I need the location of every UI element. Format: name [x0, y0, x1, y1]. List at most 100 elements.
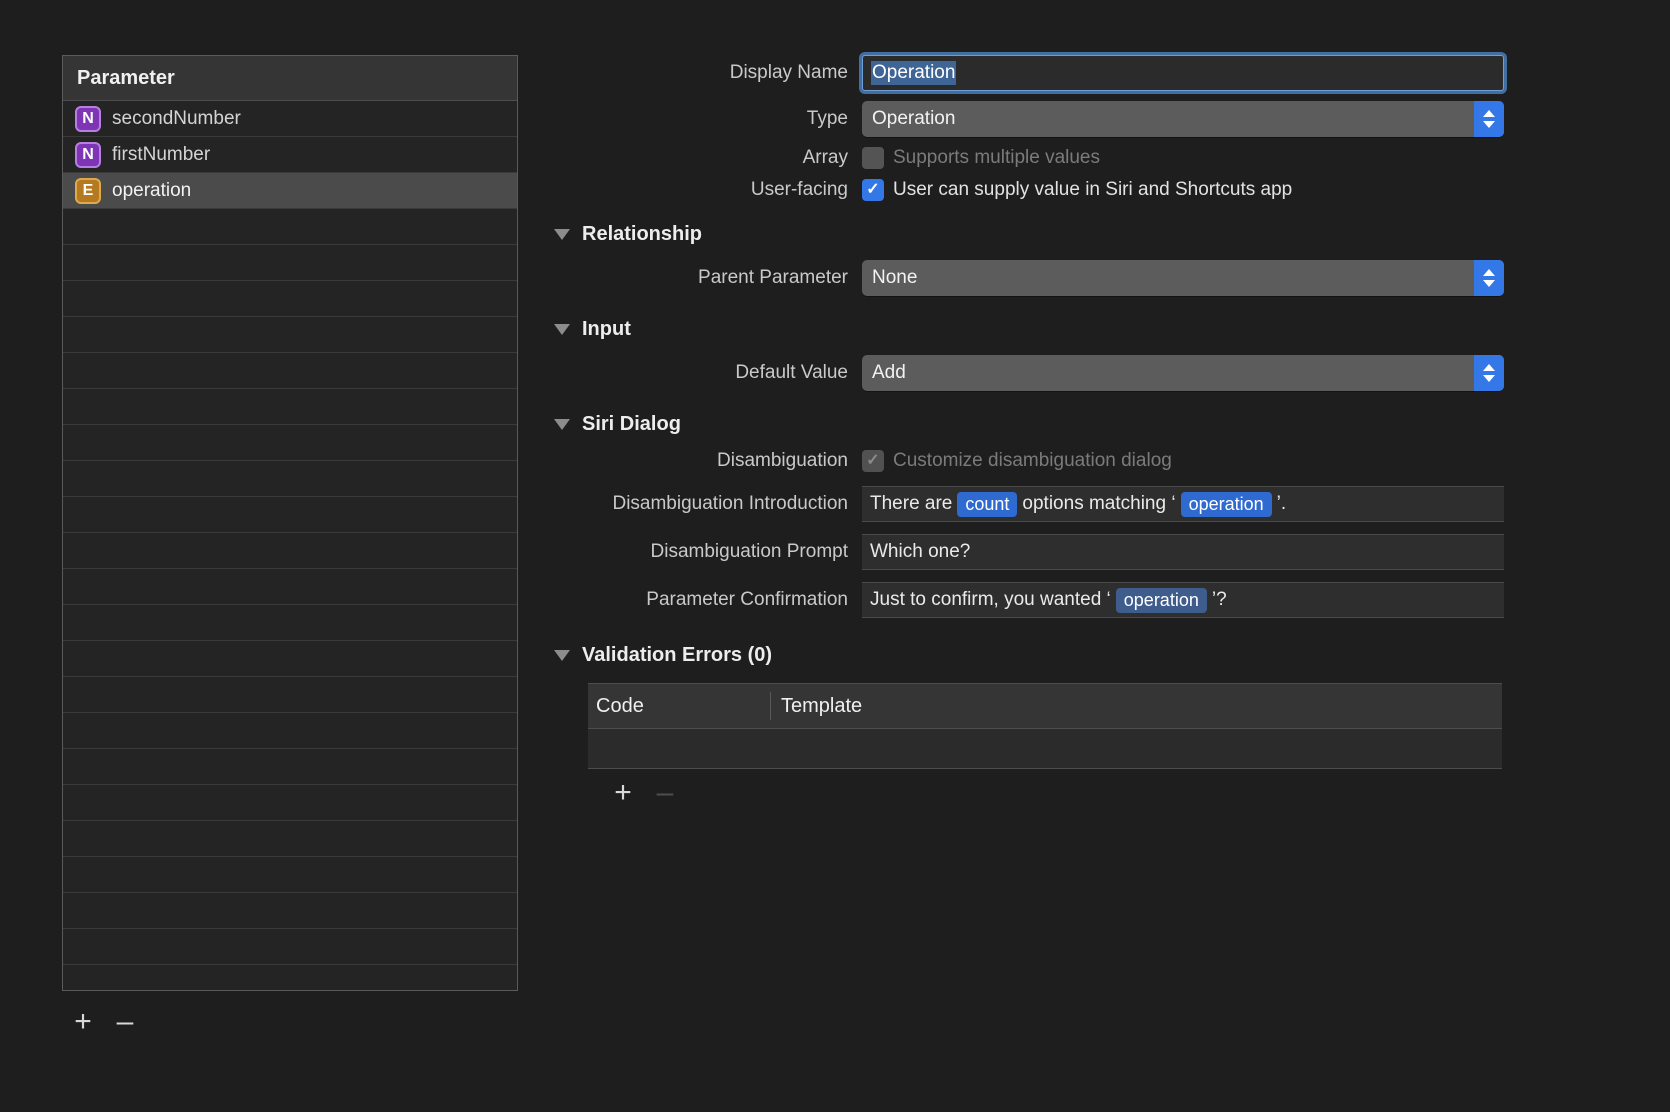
parameter-row-empty[interactable] — [63, 605, 517, 641]
parameter-row-empty[interactable] — [63, 785, 517, 821]
disambiguation-prompt-input[interactable]: Which one? — [862, 534, 1504, 570]
remove-validation-error-button[interactable]: – — [644, 773, 686, 813]
validation-errors-table-body[interactable] — [588, 729, 1502, 769]
number-type-icon: N — [75, 105, 101, 132]
validation-errors-footer: + – — [588, 769, 1502, 817]
validation-errors-table: Code Template + – — [588, 683, 1502, 817]
default-value-value: Add — [872, 362, 906, 383]
remove-parameter-button[interactable]: – — [104, 1002, 146, 1042]
disambiguation-checkbox[interactable]: ✓ — [862, 450, 884, 472]
disclosure-triangle-icon[interactable] — [554, 419, 570, 430]
column-header-template[interactable]: Template — [770, 692, 1502, 720]
disclosure-triangle-icon[interactable] — [554, 650, 570, 661]
parameter-row-empty[interactable] — [63, 677, 517, 713]
parameter-list-rows[interactable]: NsecondNumber NfirstNumber Eoperation — [63, 101, 517, 990]
parameter-row-empty[interactable] — [63, 857, 517, 893]
display-name-value: Operation — [871, 61, 957, 85]
array-checkbox[interactable]: ✓ — [862, 147, 884, 169]
siri-dialog-section-title: Siri Dialog — [582, 413, 681, 435]
parameter-row-empty[interactable] — [63, 389, 517, 425]
disclosure-triangle-icon[interactable] — [554, 229, 570, 240]
user-facing-checkbox-label: User can supply value in Siri and Shortc… — [893, 179, 1293, 200]
parameter-row-empty[interactable] — [63, 461, 517, 497]
add-validation-error-button[interactable]: + — [602, 773, 644, 813]
parameter-row-empty[interactable] — [63, 713, 517, 749]
add-parameter-button[interactable]: + — [62, 1002, 104, 1042]
parameter-row-empty[interactable] — [63, 209, 517, 245]
type-row: Type Operation — [540, 101, 1540, 137]
parameter-confirmation-label: Parameter Confirmation — [646, 589, 848, 610]
parameter-row-empty[interactable] — [63, 533, 517, 569]
number-type-icon: N — [75, 141, 101, 168]
parameter-row-empty[interactable] — [63, 569, 517, 605]
user-facing-label: User-facing — [750, 179, 848, 200]
disambiguation-checkbox-label: Customize disambiguation dialog — [893, 450, 1172, 471]
array-row: Array ✓ Supports multiple values — [540, 147, 1540, 169]
default-value-select[interactable]: Add — [862, 355, 1504, 391]
chevron-updown-icon[interactable] — [1474, 101, 1504, 137]
type-select[interactable]: Operation — [862, 101, 1504, 137]
chevron-updown-icon[interactable] — [1474, 355, 1504, 391]
parent-parameter-label: Parent Parameter — [698, 267, 848, 288]
parameter-row-label: operation — [112, 179, 192, 201]
parameter-row-empty[interactable] — [63, 821, 517, 857]
intent-parameter-editor: Parameter NsecondNumber NfirstNumber Eoper… — [0, 0, 1670, 1112]
parameter-row-empty[interactable] — [63, 281, 517, 317]
parameter-list-header: Parameter — [63, 56, 517, 101]
display-name-input[interactable]: Operation — [862, 55, 1504, 91]
parameter-row-secondNumber[interactable]: NsecondNumber — [63, 101, 517, 137]
chevron-updown-icon[interactable] — [1474, 260, 1504, 296]
disambiguation-introduction-label: Disambiguation Introduction — [612, 493, 848, 514]
input-section-header[interactable]: Input — [540, 318, 1540, 341]
parent-parameter-value: None — [872, 267, 918, 288]
disclosure-triangle-icon[interactable] — [554, 324, 570, 335]
parameter-row-empty[interactable] — [63, 317, 517, 353]
disambiguation-introduction-row: Disambiguation Introduction There are cou… — [540, 486, 1540, 522]
token-operation[interactable]: operation — [1115, 587, 1207, 613]
parameter-row-label: secondNumber — [112, 107, 241, 129]
parameter-list-panel: Parameter NsecondNumber NfirstNumber Eoper… — [62, 55, 518, 991]
siri-dialog-section-header[interactable]: Siri Dialog — [540, 413, 1540, 436]
default-value-row: Default Value Add — [540, 355, 1540, 391]
parent-parameter-row: Parent Parameter None — [540, 260, 1540, 296]
disambiguation-prompt-row: Disambiguation Prompt Which one? — [540, 534, 1540, 570]
validation-errors-section-title: Validation Errors (0) — [582, 644, 773, 666]
token-field-text: options matching ‘ — [1022, 493, 1176, 514]
parameter-row-empty[interactable] — [63, 749, 517, 785]
enum-type-icon: E — [75, 177, 101, 204]
parameter-confirmation-input[interactable]: Just to confirm, you wanted ‘operation’? — [862, 582, 1504, 618]
column-header-code[interactable]: Code — [588, 695, 770, 718]
user-facing-row: User-facing ✓ User can supply value in S… — [540, 179, 1540, 201]
parameter-row-empty[interactable] — [63, 353, 517, 389]
default-value-label: Default Value — [735, 362, 848, 383]
token-field-text: ’. — [1276, 493, 1287, 514]
parameter-row-empty[interactable] — [63, 425, 517, 461]
disambiguation-prompt-label: Disambiguation Prompt — [650, 541, 848, 562]
parameter-row-empty[interactable] — [63, 641, 517, 677]
parent-parameter-select[interactable]: None — [862, 260, 1504, 296]
parameter-row-firstNumber[interactable]: NfirstNumber — [63, 137, 517, 173]
display-name-label: Display Name — [729, 62, 848, 83]
type-value: Operation — [872, 108, 956, 129]
parameter-inspector: Display Name Operation Type Operation Ar… — [540, 55, 1540, 817]
parameter-row-empty[interactable] — [63, 929, 517, 965]
parameter-row-label: firstNumber — [112, 143, 211, 165]
array-checkbox-label: Supports multiple values — [893, 147, 1100, 168]
disambiguation-prompt-value: Which one? — [870, 541, 971, 562]
parameter-row-empty[interactable] — [63, 965, 517, 990]
disambiguation-row: Disambiguation ✓ Customize disambiguatio… — [540, 450, 1540, 472]
user-facing-checkbox[interactable]: ✓ — [862, 179, 884, 201]
parameter-row-empty[interactable] — [63, 893, 517, 929]
token-operation[interactable]: operation — [1180, 491, 1272, 517]
parameter-row-operation[interactable]: Eoperation — [63, 173, 517, 209]
token-count[interactable]: count — [957, 491, 1018, 517]
disambiguation-introduction-input[interactable]: There are count options matching ‘operatio… — [862, 486, 1504, 522]
display-name-row: Display Name Operation — [540, 55, 1540, 91]
relationship-section-header[interactable]: Relationship — [540, 223, 1540, 246]
validation-errors-table-header: Code Template — [588, 684, 1502, 729]
parameter-row-empty[interactable] — [63, 245, 517, 281]
validation-errors-section-header[interactable]: Validation Errors (0) — [540, 644, 1540, 667]
parameter-row-empty[interactable] — [63, 497, 517, 533]
input-section-title: Input — [582, 318, 631, 340]
parameter-column-header-label: Parameter — [77, 66, 175, 89]
